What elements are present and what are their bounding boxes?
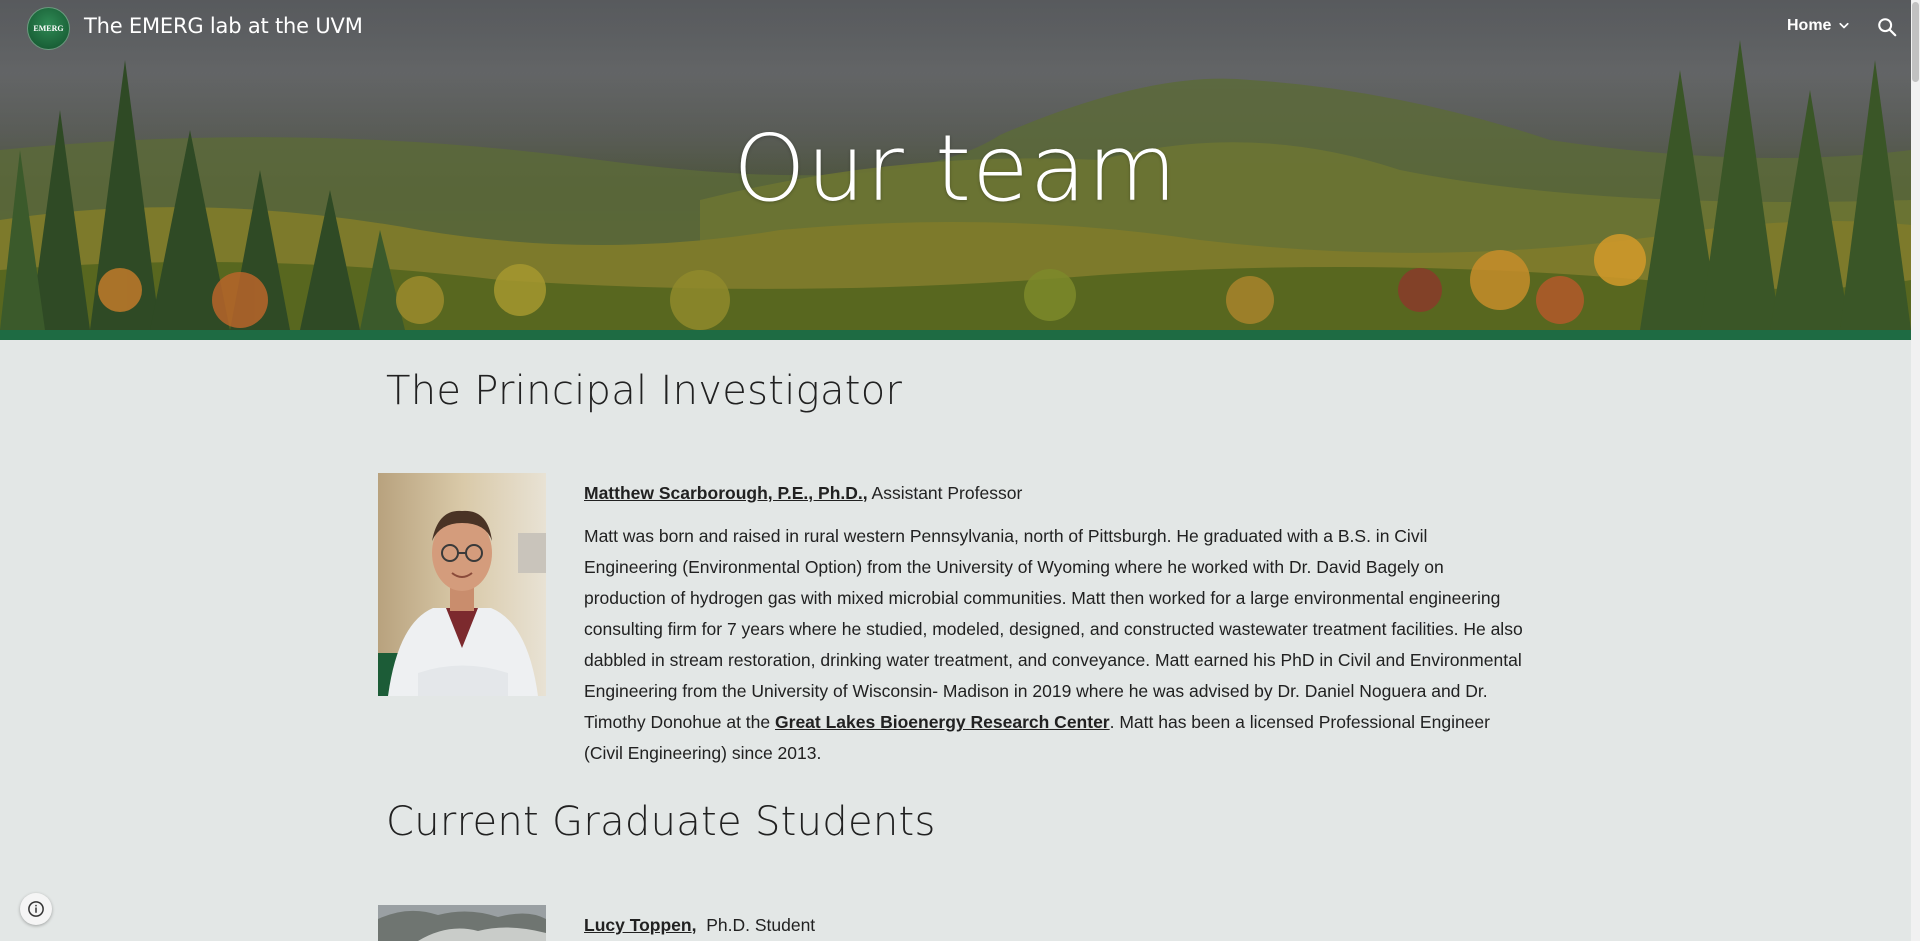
pi-bio: Matt was born and raised in rural wester… <box>584 521 1524 769</box>
pi-section-heading: The Principal Investigator <box>386 368 903 414</box>
pi-photo <box>378 473 546 696</box>
top-navigation-bar: EMERG The EMERG lab at the UVM Home <box>0 0 1911 56</box>
student-photo <box>378 905 546 941</box>
pi-name-link[interactable]: Matthew Scarborough, P.E., Ph.D. <box>584 483 863 503</box>
site-title[interactable]: The EMERG lab at the UVM <box>84 14 363 38</box>
grad-section-heading: Current Graduate Students <box>386 799 936 845</box>
scrollbar-thumb[interactable] <box>1912 2 1919 82</box>
hero-accent-bar <box>0 330 1911 340</box>
nav-home-label: Home <box>1787 17 1832 34</box>
site-logo[interactable]: EMERG <box>27 7 70 50</box>
student-name-line: Lucy Toppen, Ph.D. Student <box>584 915 815 936</box>
student-name-link[interactable]: Lucy Toppen <box>584 915 692 935</box>
site-info-button[interactable] <box>20 893 52 925</box>
glbrc-link[interactable]: Great Lakes Bioenergy Research Center <box>775 712 1110 732</box>
pi-title: Assistant Professor <box>867 483 1023 503</box>
logo-text: EMERG <box>33 24 64 33</box>
nav-home-menu[interactable]: Home <box>1787 17 1853 35</box>
page-title: Our team <box>733 115 1178 222</box>
page-scrollbar[interactable] <box>1911 0 1920 941</box>
pi-name-line: Matthew Scarborough, P.E., Ph.D., Assist… <box>584 483 1022 504</box>
search-icon[interactable] <box>1876 16 1898 38</box>
info-icon <box>28 901 44 917</box>
student-name-separator: , <box>691 915 697 935</box>
student-role: Ph.D. Student <box>706 915 816 935</box>
chevron-down-icon <box>1839 22 1850 29</box>
hero-banner: EMERG The EMERG lab at the UVM Home Our … <box>0 0 1911 330</box>
pi-bio-text: Matt was born and raised in rural wester… <box>584 526 1523 732</box>
